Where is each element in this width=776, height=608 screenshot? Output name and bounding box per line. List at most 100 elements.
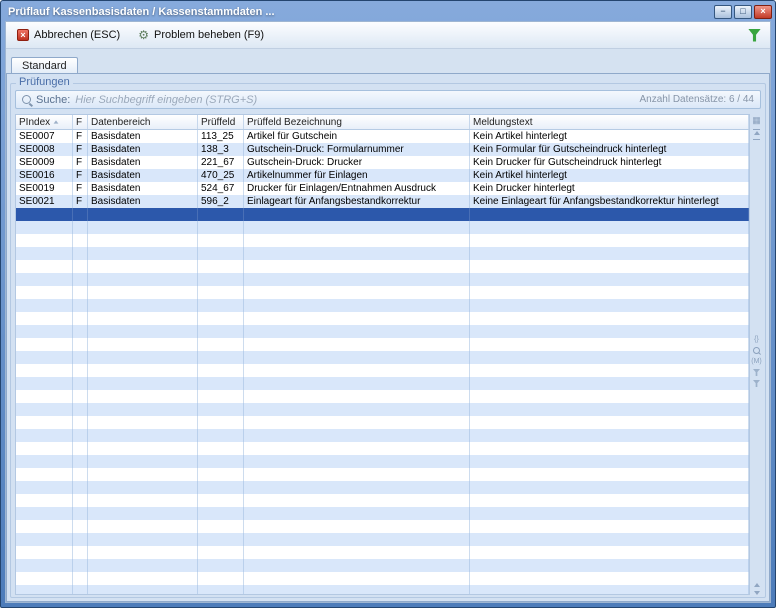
table-cell (88, 377, 198, 390)
table-cell (73, 429, 88, 442)
table-cell (16, 273, 73, 286)
filter-edit-icon[interactable] (753, 380, 760, 387)
table-cell (470, 208, 749, 221)
table-row-empty[interactable] (16, 416, 749, 429)
table-cell (198, 390, 244, 403)
table-row-empty[interactable] (16, 364, 749, 377)
table-row-empty[interactable] (16, 507, 749, 520)
table-row-empty[interactable] (16, 286, 749, 299)
table-cell: Kein Drucker hinterlegt (470, 182, 749, 195)
table-cell (16, 468, 73, 481)
table-cell (198, 221, 244, 234)
filter-icon[interactable] (753, 369, 760, 376)
tab-content: Prüfungen Suche: Anzahl Datensätze: 6 / … (6, 73, 770, 602)
table-row[interactable]: SE0009FBasisdaten221_67Gutschein-Druck: … (16, 156, 749, 169)
table-cell (16, 520, 73, 533)
scroll-top-icon[interactable] (753, 129, 760, 135)
table-row-empty[interactable] (16, 221, 749, 234)
table-cell (470, 520, 749, 533)
strip-divider (753, 139, 760, 140)
table-cell (16, 338, 73, 351)
gear-icon: ⚙ (138, 29, 149, 41)
table-cell (470, 247, 749, 260)
table-cell (198, 507, 244, 520)
table-cell (198, 533, 244, 546)
table-row-empty[interactable] (16, 299, 749, 312)
table-row-empty[interactable] (16, 351, 749, 364)
table-cell: F (73, 156, 88, 169)
table-cell (198, 208, 244, 221)
table-cell (88, 260, 198, 273)
column-header-datenbereich[interactable]: Datenbereich (88, 115, 198, 129)
table-cell (244, 416, 470, 429)
table-row-empty[interactable] (16, 455, 749, 468)
column-header-meldungstext[interactable]: Meldungstext (470, 115, 749, 129)
table-row-empty[interactable] (16, 390, 749, 403)
table-row-empty[interactable] (16, 533, 749, 546)
table-row-empty[interactable] (16, 546, 749, 559)
table-cell (470, 299, 749, 312)
search-bar[interactable]: Suche: Anzahl Datensätze: 6 / 44 (15, 90, 761, 109)
table-row[interactable]: SE0021FBasisdaten596_2Einlageart für Anf… (16, 195, 749, 208)
minimize-button[interactable]: − (714, 5, 732, 19)
match-mode-icon[interactable]: (M) (751, 358, 762, 365)
column-chooser-icon[interactable]: ▦ (752, 116, 761, 125)
table-row-empty[interactable] (16, 559, 749, 572)
move-down-icon[interactable] (754, 591, 760, 595)
table-cell (73, 312, 88, 325)
table-cell (16, 377, 73, 390)
table-row-empty[interactable] (16, 520, 749, 533)
table-row-empty[interactable] (16, 494, 749, 507)
table-cell: F (73, 182, 88, 195)
maximize-button[interactable]: □ (734, 5, 752, 19)
cancel-button[interactable]: × Abbrechen (ESC) (11, 25, 126, 45)
search-input[interactable] (75, 94, 634, 106)
table-cell (244, 338, 470, 351)
table-row-empty[interactable] (16, 572, 749, 585)
table-row[interactable]: SE0019FBasisdaten524_67Drucker für Einla… (16, 182, 749, 195)
table-side-strip: ▦ {} (M) (750, 114, 763, 595)
table-row[interactable]: SE0008FBasisdaten138_3Gutschein-Druck: F… (16, 143, 749, 156)
table-row-empty[interactable] (16, 234, 749, 247)
table-row-empty[interactable] (16, 338, 749, 351)
table-cell (470, 273, 749, 286)
table-row[interactable]: SE0007FBasisdaten113_25Artikel für Gutsc… (16, 130, 749, 143)
table-row-empty[interactable] (16, 442, 749, 455)
table-row[interactable]: SE0016FBasisdaten470_25Artikelnummer für… (16, 169, 749, 182)
fix-problem-button[interactable]: ⚙ Problem beheben (F9) (132, 25, 270, 45)
table-row-empty[interactable] (16, 403, 749, 416)
close-button[interactable]: × (754, 5, 772, 19)
tab-standard[interactable]: Standard (11, 57, 78, 73)
grouping-icon[interactable]: {} (754, 336, 759, 343)
table-row-empty[interactable] (16, 481, 749, 494)
table-row-empty[interactable] (16, 312, 749, 325)
table-cell (198, 338, 244, 351)
table-row-empty[interactable] (16, 585, 749, 594)
column-header-bezeichnung[interactable]: Prüffeld Bezeichnung (244, 115, 470, 129)
table-cell (16, 260, 73, 273)
table-cell (88, 208, 198, 221)
table-row-empty[interactable] (16, 208, 749, 221)
table-row-empty[interactable] (16, 273, 749, 286)
table-cell (470, 390, 749, 403)
column-header-prueffeld[interactable]: Prüffeld (198, 115, 244, 129)
table-cell (73, 572, 88, 585)
column-header-f[interactable]: F (73, 115, 88, 129)
table-cell (198, 572, 244, 585)
table-cell (198, 481, 244, 494)
table-cell (198, 299, 244, 312)
table-row-empty[interactable] (16, 325, 749, 338)
title-bar[interactable]: Prüflauf Kassenbasisdaten / Kassenstammd… (1, 1, 775, 21)
move-up-icon[interactable] (754, 583, 760, 587)
green-filter-icon[interactable] (748, 29, 761, 42)
table-row-empty[interactable] (16, 468, 749, 481)
search-icon (22, 95, 31, 104)
search-column-icon[interactable] (753, 347, 760, 354)
table-cell (88, 325, 198, 338)
table-cell (16, 559, 73, 572)
table-row-empty[interactable] (16, 377, 749, 390)
column-header-pindex[interactable]: PIndex (16, 115, 73, 129)
table-row-empty[interactable] (16, 429, 749, 442)
table-row-empty[interactable] (16, 260, 749, 273)
table-row-empty[interactable] (16, 247, 749, 260)
